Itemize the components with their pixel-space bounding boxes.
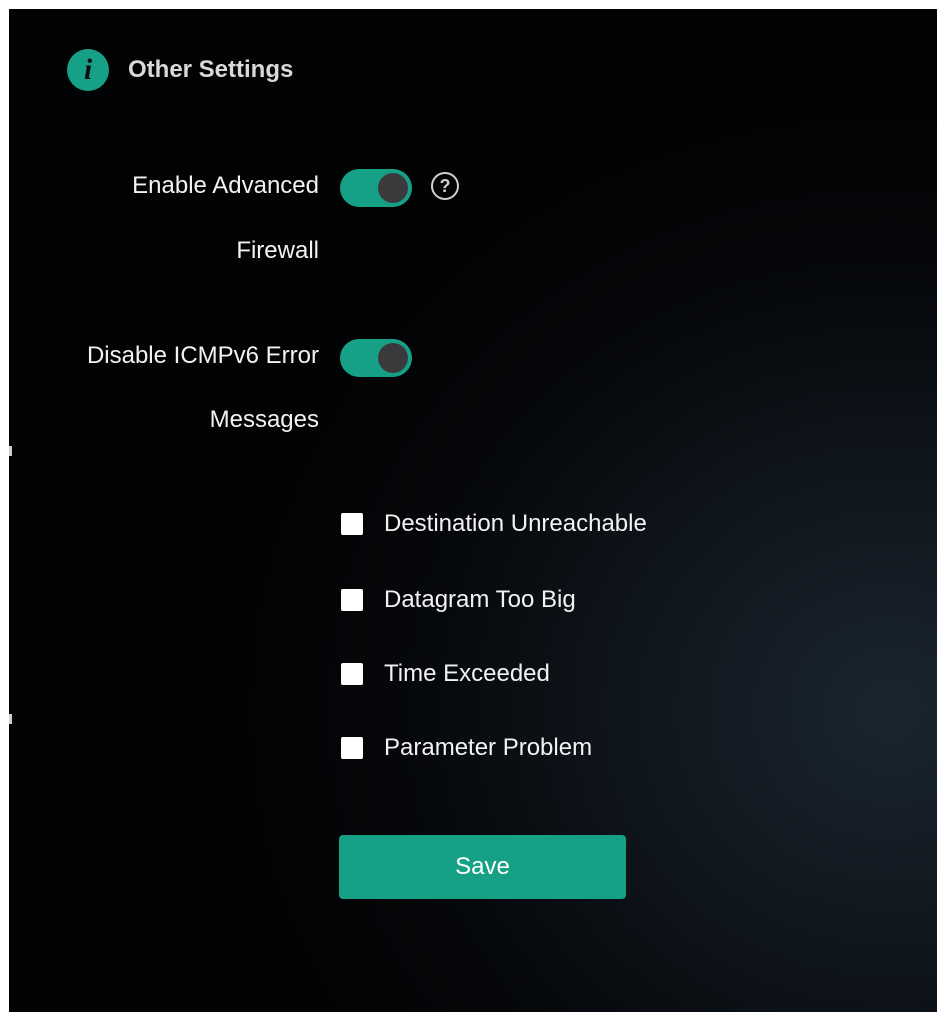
section-title: Other Settings (128, 56, 294, 83)
toggle-knob (378, 343, 408, 373)
left-edge-mark (9, 714, 12, 724)
save-button[interactable]: Save (339, 835, 626, 899)
parameter-problem-option[interactable]: Parameter Problem (341, 728, 592, 768)
time-exceeded-option[interactable]: Time Exceeded (341, 654, 550, 694)
checkbox-label: Destination Unreachable (384, 510, 647, 537)
icmpv6-error-label-line1: Disable ICMPv6 Error (86, 342, 319, 369)
parameter-problem-checkbox[interactable] (341, 737, 363, 759)
checkbox-label: Datagram Too Big (384, 586, 576, 613)
section-header: i Other Settings (67, 48, 293, 92)
checkbox-label: Time Exceeded (384, 660, 550, 687)
datagram-too-big-checkbox[interactable] (341, 589, 363, 611)
destination-unreachable-option[interactable]: Destination Unreachable (341, 504, 647, 544)
time-exceeded-checkbox[interactable] (341, 663, 363, 685)
left-edge-mark (9, 446, 12, 456)
advanced-firewall-toggle[interactable] (340, 169, 412, 207)
datagram-too-big-option[interactable]: Datagram Too Big (341, 580, 576, 620)
question-circle-icon[interactable]: ? (431, 172, 459, 200)
settings-panel: i Other Settings Enable Advanced Firewal… (9, 9, 937, 1012)
icmpv6-error-label-line2: Messages (209, 406, 319, 433)
icmpv6-error-toggle[interactable] (340, 339, 412, 377)
advanced-firewall-label-line2: Firewall (236, 237, 319, 264)
advanced-firewall-label-line1: Enable Advanced (132, 172, 319, 199)
checkbox-label: Parameter Problem (384, 734, 593, 761)
info-icon: i (67, 49, 109, 91)
toggle-knob (378, 173, 408, 203)
destination-unreachable-checkbox[interactable] (341, 513, 363, 535)
